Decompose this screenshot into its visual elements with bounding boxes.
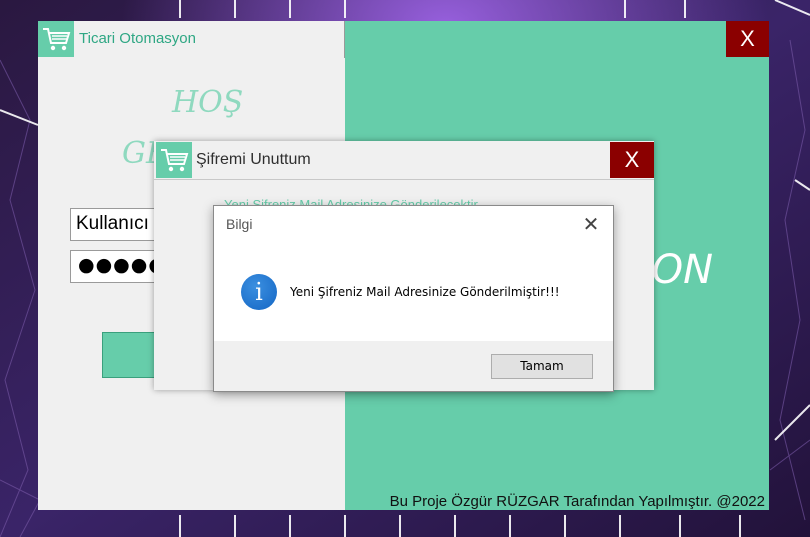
close-icon[interactable]: ✕ [569,206,613,242]
main-titlebar[interactable]: Ticari Otomasyon [38,21,345,58]
info-message-box: Bilgi ✕ i Yeni Şifreniz Mail Adresinize … [213,205,614,392]
welcome-heading-line1: HOŞ [172,85,244,120]
main-window-title: Ticari Otomasyon [79,30,196,47]
forgot-close-button[interactable]: X [610,142,654,178]
message-box-footer: Tamam [214,341,613,391]
message-text: Yeni Şifreniz Mail Adresinize Gönderilmi… [290,285,560,299]
footer-credit: Bu Proje Özgür RÜZGAR Tarafından Yapılmı… [389,493,765,510]
shopping-cart-icon [156,142,192,178]
forgot-titlebar[interactable]: Şifremi Unuttum X [154,141,654,180]
main-close-button[interactable]: X [726,21,769,57]
info-icon-glyph: i [255,278,263,306]
message-box-title: Bilgi [226,216,253,232]
forgot-window-title: Şifremi Unuttum [196,151,311,168]
ok-button[interactable]: Tamam [491,354,593,379]
shopping-cart-icon [38,21,74,57]
info-icon: i [241,274,277,310]
